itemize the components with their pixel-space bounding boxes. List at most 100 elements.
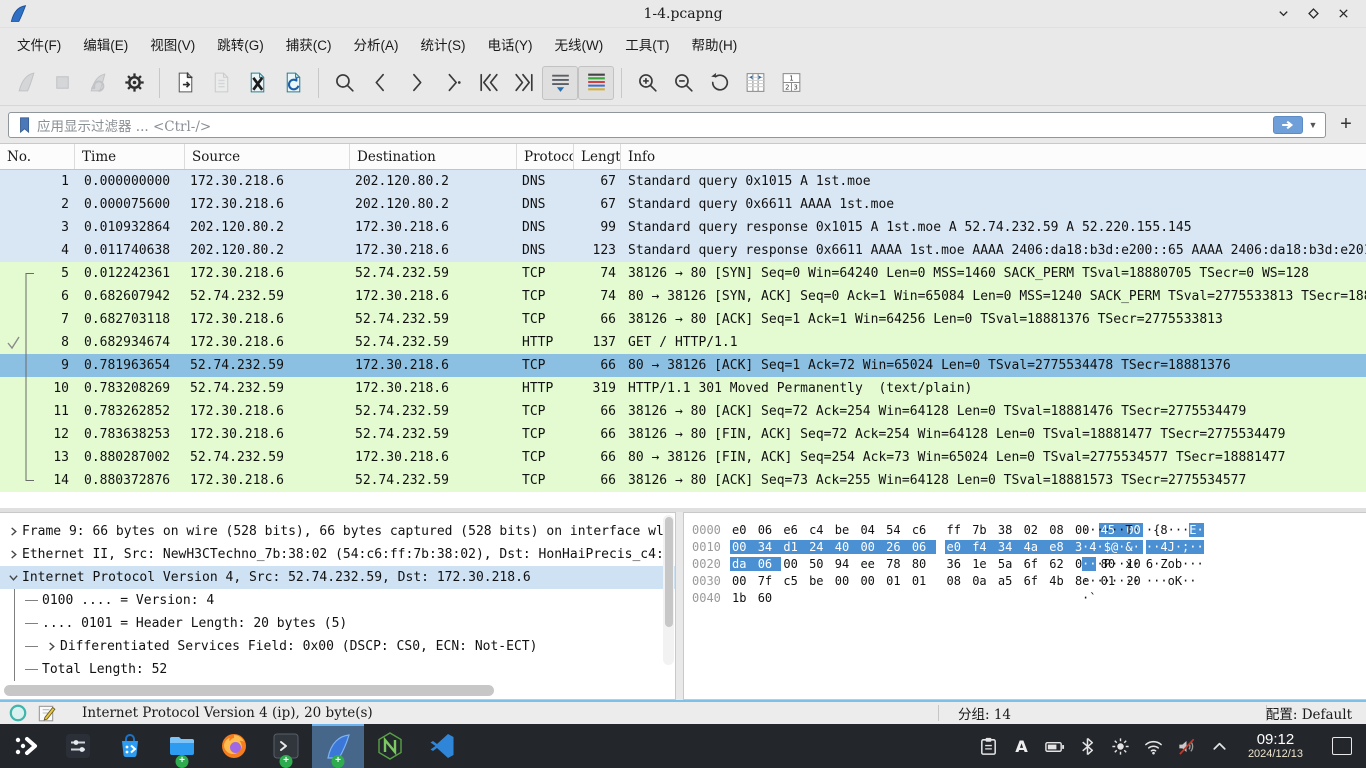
capture-options-button[interactable] [116, 66, 152, 100]
menu-item-6[interactable]: 统计(S) [410, 29, 477, 59]
hex-row-0010[interactable]: 001000 34 d1 24 40 00 26 06 e0 f4 34 4a … [684, 539, 1366, 556]
packet-row-6[interactable]: 60.68260794252.74.232.59172.30.218.6TCP7… [0, 285, 1366, 308]
capture-restart-button[interactable] [80, 66, 116, 100]
packet-row-8[interactable]: 80.682934674172.30.218.652.74.232.59HTTP… [0, 331, 1366, 354]
packet-row-10[interactable]: 100.78320826952.74.232.59172.30.218.6HTT… [0, 377, 1366, 400]
add-filter-button[interactable]: + [1334, 113, 1358, 137]
menu-bar: 文件(F)编辑(E)视图(V)跳转(G)捕获(C)分析(A)统计(S)电话(Y)… [0, 28, 1366, 60]
menu-item-7[interactable]: 电话(Y) [477, 29, 544, 59]
reload-file-button[interactable] [275, 66, 311, 100]
column-header-time[interactable]: Time [75, 144, 185, 169]
packet-row-4[interactable]: 40.011740638202.120.80.2172.30.218.6DNS1… [0, 239, 1366, 262]
open-file-button[interactable] [167, 66, 203, 100]
zoom-reset-button[interactable] [701, 66, 737, 100]
bookmark-icon[interactable] [16, 116, 34, 134]
taskbar-app-wireshark[interactable]: + [312, 724, 364, 768]
filter-dropdown-button[interactable]: ▼ [1305, 114, 1321, 136]
column-header-protocol[interactable]: Protocol [517, 144, 574, 169]
bluetooth-icon[interactable] [1075, 733, 1101, 759]
taskbar-app-launcher[interactable] [0, 724, 52, 768]
column-header-source[interactable]: Source [185, 144, 350, 169]
hex-row-0000[interactable]: 0000e0 06 e6 c4 be 04 54 c6 ff 7b 38 02 … [684, 522, 1366, 539]
details-horizontal-scrollbar[interactable] [4, 685, 659, 696]
input-a-icon[interactable]: A [1009, 733, 1035, 759]
expander-closed-icon[interactable] [4, 526, 22, 537]
menu-item-1[interactable]: 编辑(E) [72, 29, 139, 59]
menu-item-5[interactable]: 分析(A) [343, 29, 410, 59]
profile-selector[interactable]: 配置: Default [1266, 703, 1352, 723]
menu-item-9[interactable]: 工具(T) [614, 29, 680, 59]
go-first-button[interactable] [470, 66, 506, 100]
packet-row-1[interactable]: 10.000000000172.30.218.6202.120.80.2DNS6… [0, 170, 1366, 193]
detail-line-5[interactable]: Differentiated Services Field: 0x00 (DSC… [0, 635, 675, 658]
clipboard-icon[interactable] [976, 733, 1002, 759]
normal-size-button[interactable]: 123 [773, 66, 809, 100]
column-header-length[interactable]: Length [574, 144, 621, 169]
capture-start-button[interactable] [8, 66, 44, 100]
display-filter-input[interactable]: 应用显示过滤器 ... <Ctrl-/> ▼ [8, 112, 1326, 138]
zoom-in-button[interactable] [629, 66, 665, 100]
auto-scroll-button[interactable] [542, 66, 578, 100]
show-desktop-button[interactable] [1332, 737, 1352, 755]
go-back-button[interactable] [362, 66, 398, 100]
packet-row-5[interactable]: 50.012242361172.30.218.652.74.232.59TCP7… [0, 262, 1366, 285]
detail-line-6[interactable]: Total Length: 52 [0, 658, 675, 681]
brightness-icon[interactable] [1108, 733, 1134, 759]
expander-closed-icon[interactable] [4, 549, 22, 560]
column-header-no[interactable]: No. [0, 144, 75, 169]
detail-line-2[interactable]: Internet Protocol Version 4, Src: 52.74.… [0, 566, 675, 589]
save-file-button[interactable] [203, 66, 239, 100]
menu-item-0[interactable]: 文件(F) [6, 29, 72, 59]
details-vertical-scrollbar[interactable] [663, 515, 674, 665]
packet-row-9[interactable]: 90.78196365452.74.232.59172.30.218.6TCP6… [0, 354, 1366, 377]
apply-filter-button[interactable] [1273, 116, 1303, 134]
resize-columns-button[interactable] [737, 66, 773, 100]
menu-item-8[interactable]: 无线(W) [544, 29, 615, 59]
colorize-button[interactable] [578, 66, 614, 100]
taskbar-app-firefox[interactable] [208, 724, 260, 768]
chevron-up-icon[interactable] [1207, 733, 1233, 759]
hex-row-0020[interactable]: 0020da 06 00 50 94 ee 78 80 36 1e 5a 6f … [684, 556, 1366, 573]
capture-stop-button[interactable] [44, 66, 80, 100]
taskbar-app-control-center[interactable] [52, 724, 104, 768]
taskbar: +++ A09:122024/12/13 [0, 724, 1366, 768]
hex-row-0040[interactable]: 00401b 60 ·` [684, 590, 1366, 607]
clock[interactable]: 09:122024/12/13 [1248, 732, 1303, 761]
taskbar-app-terminal[interactable]: + [260, 724, 312, 768]
battery-icon[interactable] [1042, 733, 1068, 759]
menu-item-2[interactable]: 视图(V) [139, 29, 206, 59]
go-last-button[interactable] [506, 66, 542, 100]
detail-line-0[interactable]: Frame 9: 66 bytes on wire (528 bits), 66… [0, 520, 675, 543]
packet-row-7[interactable]: 70.682703118172.30.218.652.74.232.59TCP6… [0, 308, 1366, 331]
find-packet-button[interactable] [326, 66, 362, 100]
taskbar-app-file-manager[interactable]: + [156, 724, 208, 768]
packet-row-13[interactable]: 130.88028700252.74.232.59172.30.218.6TCP… [0, 446, 1366, 469]
expander-closed-icon[interactable] [42, 641, 60, 652]
hex-row-0030[interactable]: 003000 7f c5 be 00 00 01 01 08 0a a5 6f … [684, 573, 1366, 590]
expert-info-icon[interactable] [8, 704, 28, 722]
detail-line-1[interactable]: Ethernet II, Src: NewH3CTechno_7b:38:02 … [0, 543, 675, 566]
packet-row-11[interactable]: 110.783262852172.30.218.652.74.232.59TCP… [0, 400, 1366, 423]
wifi-icon[interactable] [1141, 733, 1167, 759]
column-header-destination[interactable]: Destination [350, 144, 517, 169]
taskbar-app-neovim[interactable] [364, 724, 416, 768]
close-file-button[interactable] [239, 66, 275, 100]
menu-item-3[interactable]: 跳转(G) [206, 29, 275, 59]
column-header-info[interactable]: Info [621, 144, 1366, 169]
detail-line-4[interactable]: .... 0101 = Header Length: 20 bytes (5) [0, 612, 675, 635]
go-to-packet-button[interactable] [434, 66, 470, 100]
packet-row-2[interactable]: 20.000075600172.30.218.6202.120.80.2DNS6… [0, 193, 1366, 216]
packet-row-14[interactable]: 140.880372876172.30.218.652.74.232.59TCP… [0, 469, 1366, 492]
annotation-icon[interactable] [36, 704, 56, 722]
menu-item-10[interactable]: 帮助(H) [680, 29, 748, 59]
taskbar-app-app-store[interactable] [104, 724, 156, 768]
zoom-out-button[interactable] [665, 66, 701, 100]
packet-row-3[interactable]: 30.010932864202.120.80.2172.30.218.6DNS9… [0, 216, 1366, 239]
go-forward-button[interactable] [398, 66, 434, 100]
packet-row-12[interactable]: 120.783638253172.30.218.652.74.232.59TCP… [0, 423, 1366, 446]
taskbar-app-vscode[interactable] [416, 724, 468, 768]
detail-line-3[interactable]: 0100 .... = Version: 4 [0, 589, 675, 612]
menu-item-4[interactable]: 捕获(C) [275, 29, 343, 59]
expander-open-icon[interactable] [4, 572, 22, 583]
volume-muted-icon[interactable] [1174, 733, 1200, 759]
